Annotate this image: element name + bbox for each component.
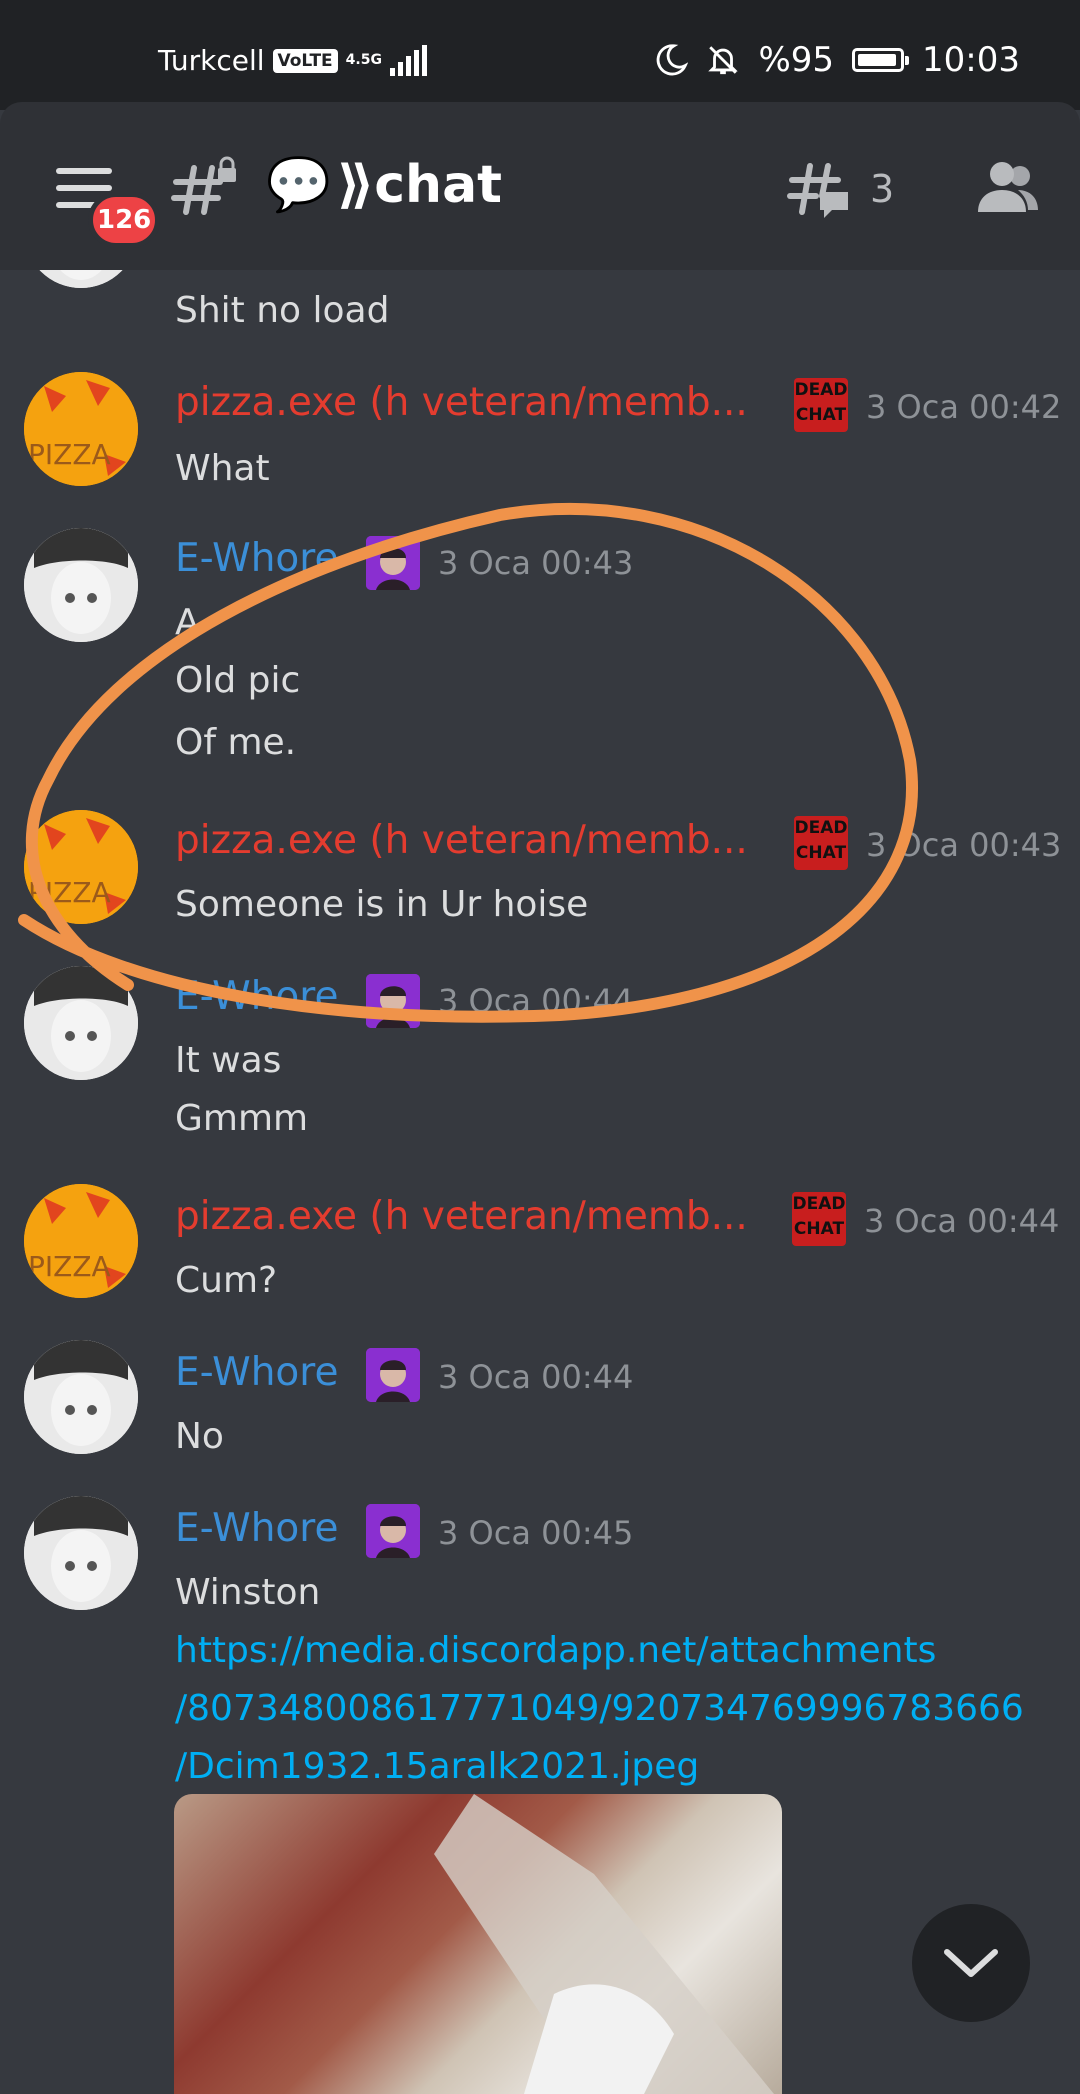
svg-text:PIZZA: PIZZA [28,1250,111,1283]
message-text: Of me. [175,722,297,763]
attachment-link[interactable]: /807348008617771049/920734769996783666 [175,1688,1024,1729]
svg-text:PIZZA: PIZZA [28,438,111,471]
message-text: No [175,1416,224,1457]
members-icon[interactable] [976,160,1040,214]
threads-icon [787,163,848,218]
avatar[interactable] [24,528,138,642]
svg-text:PIZZA: PIZZA [28,876,111,909]
message-text: A [175,602,200,643]
message-text: Winston [175,1572,321,1613]
timestamp: 3 Oca 00:44 [438,1358,634,1396]
carrier-name: Turkcell [158,44,265,77]
timestamp: 3 Oca 00:42 [866,388,1062,426]
message-text: What [175,448,270,489]
unread-badge: 126 [88,192,161,248]
muted-bell-icon [708,46,739,75]
battery-icon [852,48,910,72]
speech-bubble-icon: 💬 [266,155,331,215]
role-icon [366,1504,420,1558]
timestamp: 3 Oca 00:44 [438,982,634,1020]
role-icon: DEAD CHAT [792,1192,846,1246]
username[interactable]: E-Whore [175,1506,338,1551]
message-text: Gmmm [175,1098,309,1139]
role-icon [366,1348,420,1402]
network-type: 4.5G [345,52,382,68]
clock: 10:03 [922,40,1020,80]
message-text: It was [175,1040,282,1081]
username[interactable]: E-Whore [175,974,338,1019]
timestamp: 3 Oca 00:45 [438,1514,634,1552]
avatar[interactable] [24,1340,138,1454]
attachment-link[interactable]: /Dcim1932.15aralk2021.jpeg [175,1746,699,1787]
image-attachment[interactable] [174,1794,782,2094]
username[interactable]: E-Whore [175,1350,338,1395]
message-text: Cum? [175,1260,278,1301]
timestamp: 3 Oca 00:43 [438,544,634,582]
username[interactable]: pizza.exe (h veteran/memb... [175,1194,748,1239]
status-bar: Turkcell VoLTE 4.5G %95 10:03 [0,0,1080,110]
message-text: Someone is in Ur hoise [175,884,589,925]
status-left: Turkcell VoLTE 4.5G [158,44,427,77]
avatar[interactable]: PIZZA [24,372,138,486]
role-icon: DEAD CHAT [794,378,848,432]
role-icon [366,536,420,590]
chevron-down-icon [944,1949,998,1977]
status-right: %95 10:03 [654,40,1020,80]
message-text: Shit no load [175,290,390,331]
signal-icon [389,44,427,76]
username[interactable]: E-Whore [175,536,338,581]
avatar[interactable] [24,966,138,1080]
locked-channel-icon [171,156,236,215]
avatar[interactable] [24,1496,138,1610]
attachment-link[interactable]: https://media.discordapp.net/attachments [175,1630,936,1671]
role-icon: DEAD CHAT [794,816,848,870]
timestamp: 3 Oca 00:43 [866,826,1062,864]
channel-header: 126 💬 ⟫chat 3 [0,102,1080,270]
threads-button[interactable]: 3 [786,156,894,222]
moon-icon [657,44,689,76]
message-text: Old pic [175,660,301,701]
jump-to-bottom-button[interactable] [912,1904,1030,2022]
role-icon [366,974,420,1028]
timestamp: 3 Oca 00:44 [864,1202,1060,1240]
volte-icon: VoLTE [272,48,338,73]
avatar[interactable]: PIZZA [24,1184,138,1298]
channel-title: ⟫chat [336,154,503,215]
username[interactable]: pizza.exe (h veteran/memb... [175,818,748,863]
channel-name[interactable]: 💬 ⟫chat [266,154,503,216]
avatar[interactable]: PIZZA [24,810,138,924]
battery-percent: %95 [758,40,835,80]
thread-count: 3 [870,167,895,211]
username[interactable]: pizza.exe (h veteran/memb... [175,380,748,425]
